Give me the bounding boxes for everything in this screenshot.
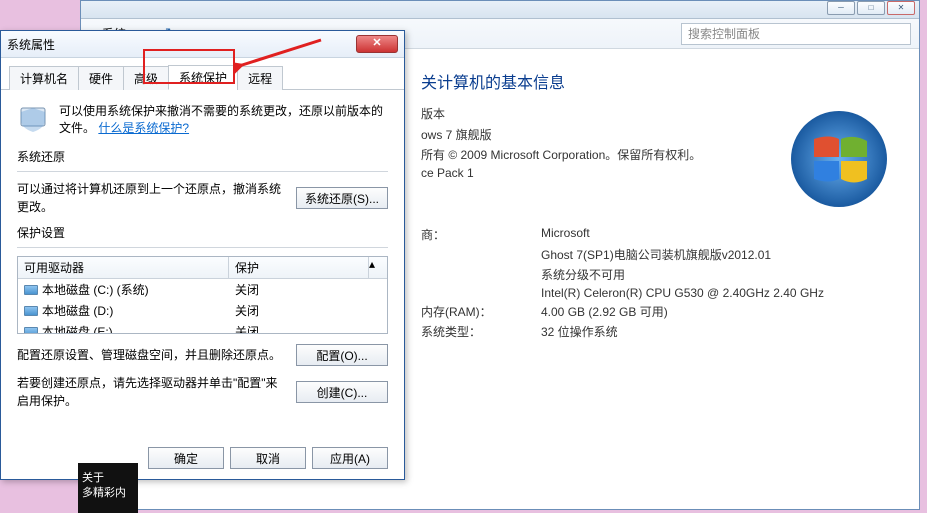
dialog-title: 系统属性 xyxy=(7,36,356,53)
minimize-button[interactable]: ─ xyxy=(827,1,855,15)
system-properties-dialog: 系统属性 ✕ 计算机名 硬件 高级 系统保护 远程 可以使用系统保护来撤消不需要… xyxy=(0,30,405,480)
maximize-button[interactable]: □ xyxy=(857,1,885,15)
apply-button[interactable]: 应用(A) xyxy=(312,447,388,469)
tab-computer-name[interactable]: 计算机名 xyxy=(9,66,79,90)
cpu-value: Intel(R) Celeron(R) CPU G530 @ 2.40GHz 2… xyxy=(541,286,824,300)
tab-hardware[interactable]: 硬件 xyxy=(78,66,124,90)
rating-link[interactable]: 系统分级不可用 xyxy=(541,266,625,283)
drive-name: 本地磁盘 (C:) (系统) xyxy=(42,281,149,298)
drive-row[interactable]: 本地磁盘 (C:) (系统) 关闭 xyxy=(18,279,387,300)
dialog-close-button[interactable]: ✕ xyxy=(356,35,398,53)
shield-icon xyxy=(17,102,49,134)
restore-group-title: 系统还原 xyxy=(17,148,388,165)
what-is-protection-link[interactable]: 什么是系统保护? xyxy=(98,121,189,135)
tab-advanced[interactable]: 高级 xyxy=(123,66,169,90)
configure-description: 配置还原设置、管理磁盘空间，并且删除还原点。 xyxy=(17,346,286,364)
service-pack: ce Pack 1 xyxy=(421,166,474,180)
column-drive[interactable]: 可用驱动器 xyxy=(18,257,229,278)
ram-value: 4.00 GB (2.92 GB 可用) xyxy=(541,303,668,320)
restore-description: 可以通过将计算机还原到上一个还原点，撤消系统更改。 xyxy=(17,180,286,216)
create-description: 若要创建还原点，请先选择驱动器并单击"配置"来启用保护。 xyxy=(17,374,286,410)
background-overlay-box: 关于 多精彩内 xyxy=(78,463,138,513)
scrollbar-up-icon[interactable]: ▴ xyxy=(369,257,387,278)
manufacturer-label: 商： xyxy=(421,226,541,243)
model-value: Ghost 7(SP1)电脑公司装机旗舰版v2012.01 xyxy=(541,246,771,263)
dialog-footer: 确定 取消 应用(A) xyxy=(148,447,388,469)
drive-icon xyxy=(24,285,38,295)
ok-button[interactable]: 确定 xyxy=(148,447,224,469)
protection-group-title: 保护设置 xyxy=(17,224,388,241)
configure-button[interactable]: 配置(O)... xyxy=(296,344,388,366)
copyright-text: 所有 © 2009 Microsoft Corporation。保留所有权利。 xyxy=(421,146,701,163)
drive-list[interactable]: 可用驱动器 保护 ▴ 本地磁盘 (C:) (系统)关闭本地磁盘 (D:)关闭本地… xyxy=(17,256,388,334)
systype-value: 32 位操作系统 xyxy=(541,323,618,340)
drive-icon xyxy=(24,327,38,335)
close-button[interactable]: ✕ xyxy=(887,1,915,15)
drive-name: 本地磁盘 (E:) xyxy=(42,323,113,334)
tab-system-protection[interactable]: 系统保护 xyxy=(168,65,238,90)
drive-row[interactable]: 本地磁盘 (E:) 关闭 xyxy=(18,321,387,334)
drive-row[interactable]: 本地磁盘 (D:) 关闭 xyxy=(18,300,387,321)
manufacturer-value: Microsoft xyxy=(541,226,590,243)
intro-text: 可以使用系统保护来撤消不需要的系统更改，还原以前版本的文件。 什么是系统保护? xyxy=(59,102,388,136)
drive-protection: 关闭 xyxy=(229,280,387,299)
search-input[interactable]: 搜索控制面板 xyxy=(681,23,911,45)
drive-protection: 关闭 xyxy=(229,301,387,320)
page-title: 关计算机的基本信息 xyxy=(421,69,899,93)
dialog-body: 可以使用系统保护来撤消不需要的系统更改，还原以前版本的文件。 什么是系统保护? … xyxy=(1,90,404,426)
cancel-button[interactable]: 取消 xyxy=(230,447,306,469)
create-button[interactable]: 创建(C)... xyxy=(296,381,388,403)
tab-remote[interactable]: 远程 xyxy=(237,66,283,90)
edition-value: ows 7 旗舰版 xyxy=(421,126,492,143)
tab-strip: 计算机名 硬件 高级 系统保护 远程 xyxy=(1,58,404,90)
windows-logo-icon xyxy=(789,109,889,209)
column-protection[interactable]: 保护 xyxy=(229,257,369,278)
drive-icon xyxy=(24,306,38,316)
systype-label: 系统类型： xyxy=(421,323,541,340)
window-titlebar: ─ □ ✕ xyxy=(81,1,919,19)
system-restore-button[interactable]: 系统还原(S)... xyxy=(296,187,388,209)
dialog-titlebar: 系统属性 ✕ xyxy=(1,31,404,58)
drive-name: 本地磁盘 (D:) xyxy=(42,302,113,319)
ram-label: 内存(RAM)： xyxy=(421,303,541,320)
drive-protection: 关闭 xyxy=(229,322,387,334)
